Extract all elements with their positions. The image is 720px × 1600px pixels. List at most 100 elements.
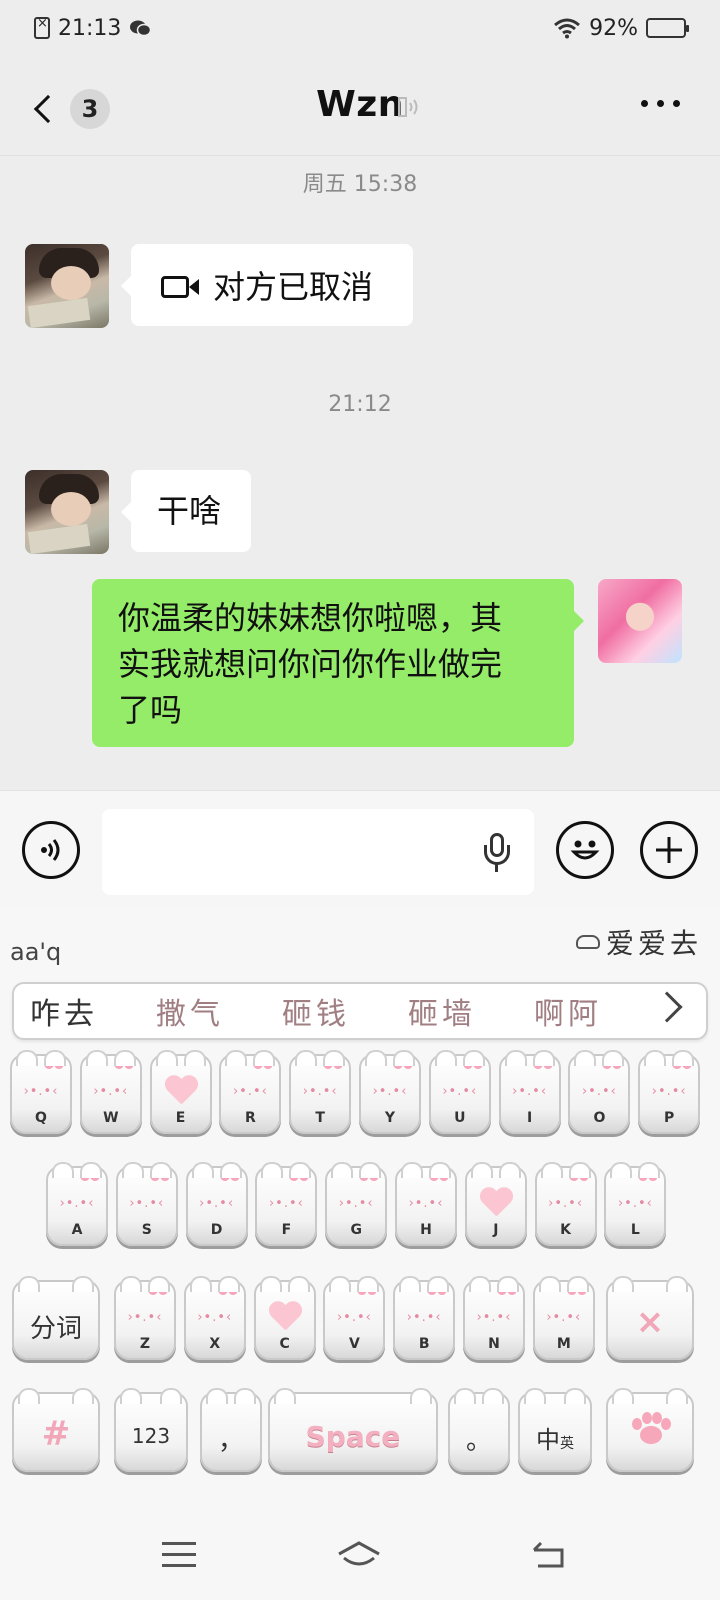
key-l[interactable]: ›•.•‹ L: [604, 1162, 667, 1246]
key-label: K: [560, 1222, 572, 1238]
language-switch-key[interactable]: 中英: [518, 1388, 592, 1472]
key-s[interactable]: ›•.•‹ S: [115, 1162, 178, 1246]
key-g[interactable]: ›•.•‹ G: [325, 1162, 388, 1246]
key-t[interactable]: ›•.•‹ T: [289, 1050, 352, 1134]
candidate-item[interactable]: 砸墙: [408, 989, 534, 1033]
symbol-key[interactable]: #: [12, 1388, 100, 1472]
camera-lens: [189, 279, 199, 295]
paw-icon: [630, 1412, 671, 1448]
key-m[interactable]: ›•.•‹ M: [532, 1276, 595, 1360]
cloud-suggestion[interactable]: 爱爱去: [575, 922, 702, 962]
cat-face-icon: ›•.•‹: [442, 1084, 478, 1099]
delete-key[interactable]: ×: [606, 1276, 694, 1360]
comma-key-label: ，: [217, 1426, 244, 1456]
key-i[interactable]: ›•.•‹ I: [498, 1050, 561, 1134]
key-e[interactable]: E: [149, 1050, 212, 1134]
language-switch-label: 中英: [520, 1420, 590, 1455]
paw-toe: [661, 1418, 671, 1430]
segment-key[interactable]: 分词: [12, 1276, 100, 1360]
outgoing-message-bubble[interactable]: 你温柔的妹妹想你啦嗯，其 实我就想问你问你作业做完 了吗: [92, 579, 584, 747]
voice-input-button[interactable]: [22, 821, 80, 879]
key-c[interactable]: C: [253, 1276, 316, 1360]
key-label: X: [209, 1336, 221, 1352]
cat-face-icon: ›•.•‹: [476, 1310, 512, 1325]
cat-face-icon: ›•.•‹: [93, 1084, 129, 1099]
key-x[interactable]: ›•.•‹ X: [183, 1276, 246, 1360]
bow-icon: [672, 1058, 693, 1070]
home-button[interactable]: [336, 1540, 382, 1570]
candidate-item[interactable]: 咋去: [30, 989, 156, 1033]
dot-icon: [673, 100, 680, 107]
candidate-item[interactable]: 啊阿: [534, 989, 660, 1033]
key-n[interactable]: ›•.•‹ N: [463, 1276, 525, 1360]
candidate-item[interactable]: 砸钱: [282, 989, 408, 1033]
bow-icon: [219, 1170, 240, 1182]
cat-face-icon: ›•.•‹: [548, 1196, 584, 1211]
lang-alt-label: 英: [560, 1436, 574, 1452]
key-label: M: [556, 1336, 571, 1352]
heart-icon: [268, 1302, 302, 1332]
plus-icon: [656, 837, 682, 863]
key-o[interactable]: ›•.•‹ O: [568, 1050, 631, 1134]
contact-name[interactable]: Wzn: [0, 84, 720, 125]
bow-icon: [80, 1170, 100, 1182]
cat-face-icon: ›•.•‹: [268, 1196, 304, 1211]
key-label: A: [71, 1222, 83, 1238]
contact-avatar[interactable]: [25, 244, 109, 328]
candidate-bar: 咋去 撒气 砸钱 砸墙 啊阿: [12, 982, 708, 1040]
key-u[interactable]: ›•.•‹ U: [428, 1050, 491, 1134]
cat-face-icon: ›•.•‹: [546, 1310, 582, 1325]
key-a[interactable]: ›•.•‹ A: [46, 1162, 108, 1246]
number-key[interactable]: 123: [114, 1388, 188, 1472]
dot-icon: [657, 100, 664, 107]
message-text: 干啥: [157, 492, 222, 530]
heart-icon: [479, 1188, 513, 1218]
contact-avatar[interactable]: [25, 470, 109, 554]
cat-face-icon: ›•.•‹: [581, 1084, 617, 1099]
bow-icon: [44, 1058, 64, 1070]
key-w[interactable]: ›•.•‹ W: [79, 1050, 142, 1134]
key-r[interactable]: ›•.•‹ R: [219, 1050, 282, 1134]
recent-apps-button[interactable]: [162, 1542, 196, 1575]
key-f[interactable]: ›•.•‹ F: [255, 1162, 318, 1246]
space-key[interactable]: Space: [268, 1388, 438, 1472]
key-label: G: [350, 1222, 362, 1238]
key-h[interactable]: ›•.•‹ H: [395, 1162, 457, 1246]
comma-key[interactable]: ，: [200, 1388, 262, 1472]
incoming-message-bubble[interactable]: 对方已取消: [121, 244, 413, 326]
back-nav-button[interactable]: [530, 1540, 566, 1568]
menu-line: [162, 1553, 196, 1556]
key-k[interactable]: ›•.•‹ K: [534, 1162, 597, 1246]
more-options-button[interactable]: [641, 100, 680, 107]
key-j[interactable]: J: [464, 1162, 527, 1246]
key-b[interactable]: ›•.•‹ B: [393, 1276, 456, 1360]
incoming-message-bubble[interactable]: 干啥: [121, 470, 251, 552]
key-z[interactable]: ›•.•‹ Z: [114, 1276, 176, 1360]
microphone-icon[interactable]: [484, 833, 510, 873]
key-y[interactable]: ›•.•‹ Y: [359, 1050, 421, 1134]
cat-face-icon: ›•.•‹: [59, 1196, 95, 1211]
period-key[interactable]: 。: [448, 1388, 510, 1472]
key-p[interactable]: ›•.•‹ P: [638, 1050, 701, 1134]
message-input[interactable]: [102, 809, 534, 895]
paw-toe: [632, 1418, 642, 1430]
avatar-book: [27, 523, 91, 554]
key-label: J: [493, 1222, 499, 1238]
cat-face-icon: ›•.•‹: [617, 1196, 653, 1211]
key-v[interactable]: ›•.•‹ V: [323, 1276, 386, 1360]
emoji-button[interactable]: [556, 821, 614, 879]
my-avatar[interactable]: [598, 579, 682, 663]
status-bar: 21:13 92%: [0, 0, 720, 56]
key-label: O: [593, 1110, 606, 1126]
wifi-icon: [554, 18, 581, 39]
bow-icon: [429, 1170, 449, 1182]
key-d[interactable]: ›•.•‹ D: [185, 1162, 248, 1246]
bow-icon: [462, 1058, 483, 1070]
key-q[interactable]: ›•.•‹ Q: [10, 1050, 72, 1134]
bow-icon: [566, 1284, 587, 1296]
more-functions-button[interactable]: [640, 821, 698, 879]
key-label: P: [664, 1110, 675, 1126]
message-text: 对方已取消: [213, 268, 374, 306]
candidate-item[interactable]: 撒气: [156, 989, 282, 1033]
paw-emoji-key[interactable]: [606, 1388, 694, 1472]
